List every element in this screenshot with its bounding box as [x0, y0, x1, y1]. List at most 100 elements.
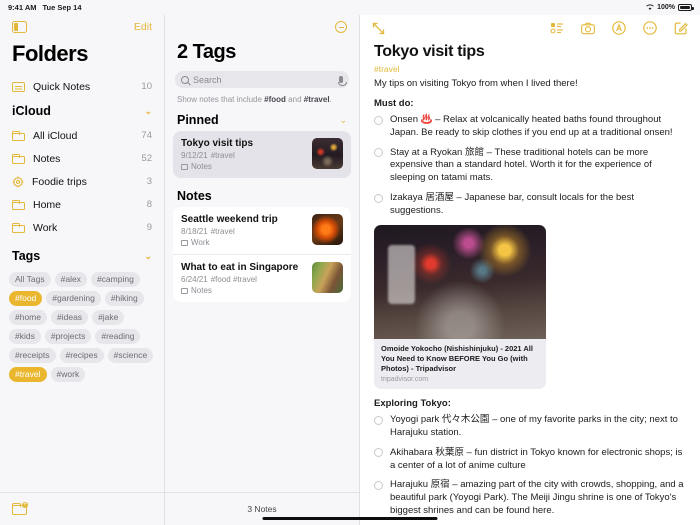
compose-icon[interactable] — [674, 21, 688, 35]
checkbox-circle-icon[interactable] — [374, 148, 383, 158]
note-meta: 6/24/21 #food #travel — [181, 275, 305, 284]
must-do-heading: Must do: — [374, 98, 414, 109]
note-list-column: 2 Tags Search Show notes that include #f… — [165, 15, 360, 525]
more-options-icon[interactable] — [643, 21, 657, 35]
tags-section-header[interactable]: Tags ⌄ — [0, 243, 164, 269]
note-title: What to eat in Singapore — [181, 262, 299, 274]
pinned-section-label: Pinned — [177, 113, 219, 128]
checkbox-circle-icon[interactable] — [374, 415, 383, 425]
sidebar-item-all-icloud[interactable]: All iCloud 74 — [0, 124, 164, 147]
tag-pill-home[interactable]: #home — [9, 309, 47, 325]
sidebar-item-label: Quick Notes — [33, 80, 91, 93]
note-detail-tag[interactable]: #travel — [374, 64, 686, 74]
note-thumbnail — [312, 214, 343, 246]
note-thumbnail — [312, 138, 343, 170]
smart-folder-icon — [12, 176, 24, 188]
note-tags: #travel — [210, 151, 235, 161]
note-list-item-singapore[interactable]: What to eat in Singapore 6/24/21 #food #t… — [173, 254, 351, 302]
remove-circle-icon[interactable] — [335, 21, 347, 33]
tag-pill-hiking[interactable]: #hiking — [104, 290, 144, 306]
note-tags: #travel — [210, 227, 235, 237]
sidebar-item-quick-notes[interactable]: Quick Notes 10 — [0, 75, 164, 98]
note-list-item-tokyo[interactable]: Tokyo visit tips 9/12/21 #travel Notes — [173, 131, 351, 178]
home-indicator — [262, 516, 438, 520]
checklist-item[interactable]: Yoyogi park 代々木公園 – one of my favorite p… — [374, 414, 686, 440]
chevron-down-icon[interactable]: ⌄ — [144, 251, 152, 262]
tag-pill-reading[interactable]: #reading — [95, 328, 141, 344]
checkbox-circle-icon[interactable] — [374, 115, 383, 125]
checklist-item[interactable]: Stay at a Ryokan 旅館 – These traditional … — [374, 147, 686, 185]
search-input[interactable]: Search — [175, 71, 349, 88]
sidebar-item-label: Home — [33, 198, 62, 211]
tag-pill-work[interactable]: #work — [50, 366, 86, 382]
checklist-icon[interactable] — [550, 21, 564, 35]
sidebar-item-count: 52 — [141, 153, 152, 164]
status-date: Tue Sep 14 — [42, 3, 82, 12]
search-icon — [181, 75, 189, 84]
filter-suffix: . — [329, 95, 332, 104]
checklist-item[interactable]: Onsen ♨️ – Relax at volcanically heated … — [374, 114, 686, 140]
chevron-down-icon[interactable]: ⌄ — [144, 106, 152, 117]
tag-pill-recipes[interactable]: #recipes — [59, 347, 104, 363]
chevron-down-icon[interactable]: ⌄ — [339, 115, 347, 126]
camera-icon[interactable] — [581, 21, 595, 35]
note-list-item-seattle[interactable]: Seattle weekend trip 8/18/21 #travel Work — [173, 207, 351, 254]
checklist-item-text: Stay at a Ryokan 旅館 – These traditional … — [390, 146, 652, 184]
sidebar-item-count: 74 — [141, 130, 152, 141]
note-meta: 8/18/21 #travel — [181, 227, 305, 236]
tag-pill-travel[interactable]: #travel — [9, 366, 47, 382]
checkbox-circle-icon[interactable] — [374, 193, 383, 203]
folder-icon — [12, 222, 25, 233]
tag-pill-camping[interactable]: #camping — [90, 272, 140, 287]
tag-pill-receipts[interactable]: #receipts — [9, 347, 56, 363]
note-list-scroll[interactable]: Pinned ⌄ Tokyo visit tips 9/12/21 #travel — [165, 110, 359, 492]
checklist-item[interactable]: Izakaya 居酒屋 – Japanese bar, consult loca… — [374, 192, 686, 218]
sidebar-item-foodie-trips[interactable]: Foodie trips 3 — [0, 170, 164, 193]
sidebar-item-notes[interactable]: Notes 52 — [0, 147, 164, 170]
tag-pill-science[interactable]: #science — [107, 347, 154, 363]
tag-pill-food[interactable]: #food — [9, 290, 43, 306]
note-title: Tokyo visit tips — [181, 138, 254, 150]
note-title: Seattle weekend trip — [181, 214, 278, 226]
checklist-item-text: Izakaya 居酒屋 – Japanese bar, consult loca… — [390, 192, 634, 216]
note-intro-text: My tips on visiting Tokyo from when I li… — [374, 78, 578, 89]
battery-icon — [678, 4, 694, 11]
notes-section-header[interactable]: Notes — [165, 186, 359, 207]
checkbox-circle-icon[interactable] — [374, 448, 383, 458]
pinned-section-header[interactable]: Pinned ⌄ — [165, 110, 359, 131]
new-folder-icon[interactable]: + — [12, 502, 28, 515]
link-preview-card[interactable]: Omoide Yokocho (Nishishinjuku) - 2021 Al… — [374, 224, 546, 390]
note-tags: #food #travel — [210, 275, 257, 285]
note-list-title: 2 Tags — [177, 41, 236, 63]
tag-pill-projects[interactable]: #projects — [44, 328, 92, 344]
tag-pill-alex[interactable]: #alex — [54, 272, 87, 287]
sidebar-item-work[interactable]: Work 9 — [0, 216, 164, 239]
checklist-item[interactable]: Harajuku 原宿 – amazing part of the city w… — [374, 479, 686, 517]
folder-icon — [181, 239, 188, 246]
filter-tag-travel: #travel — [303, 95, 330, 104]
pinned-notes-group: Tokyo visit tips 9/12/21 #travel Notes — [173, 131, 351, 179]
microphone-icon[interactable] — [337, 76, 347, 86]
sidebar-scroll[interactable]: Quick Notes 10 iCloud ⌄ All iCloud 74 No… — [0, 75, 164, 492]
note-folder-label: Notes — [191, 162, 212, 172]
status-time: 9:41 AM — [8, 3, 37, 12]
tag-pill-ideas[interactable]: #ideas — [51, 309, 89, 325]
tag-pill-all-tags[interactable]: All Tags — [9, 272, 51, 287]
sidebar-toggle-icon[interactable] — [12, 21, 27, 33]
checklist-item[interactable]: Akihabara 秋葉原 – fun district in Tokyo kn… — [374, 447, 686, 473]
note-thumbnail — [312, 262, 343, 294]
checklist-item-text: Harajuku 原宿 – amazing part of the city w… — [390, 479, 684, 516]
folder-icon — [12, 153, 25, 164]
markup-icon[interactable] — [612, 21, 626, 35]
sidebar-item-home[interactable]: Home 8 — [0, 193, 164, 216]
checkbox-circle-icon[interactable] — [374, 480, 383, 490]
expand-icon[interactable] — [372, 22, 385, 35]
tag-pill-gardening[interactable]: #gardening — [46, 290, 101, 306]
tag-pill-jake[interactable]: #jake — [92, 309, 125, 325]
note-content[interactable]: Tokyo visit tips #travel My tips on visi… — [360, 41, 700, 525]
tag-pill-list: All Tags #alex #camping #food #gardening… — [0, 269, 164, 388]
note-meta: 9/12/21 #travel — [181, 151, 305, 160]
icloud-section-header[interactable]: iCloud ⌄ — [0, 98, 164, 124]
edit-button[interactable]: Edit — [134, 21, 152, 33]
tag-pill-kids[interactable]: #kids — [9, 328, 41, 344]
